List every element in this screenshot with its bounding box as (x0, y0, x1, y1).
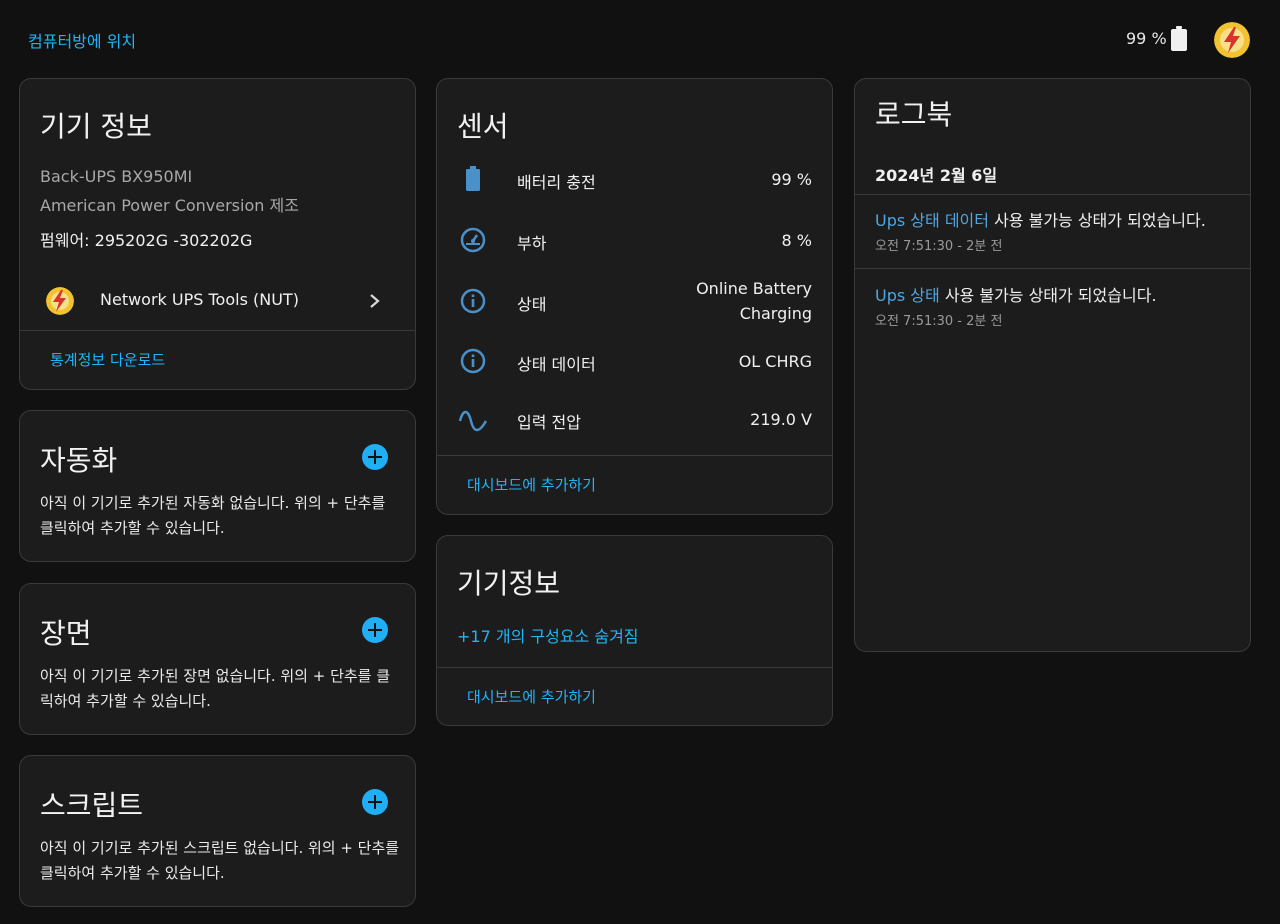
divider (437, 455, 832, 456)
scene-title: 장면 (40, 617, 92, 650)
automation-empty-text: 아직 이 기기로 추가된 자동화 없습니다. 위의 + 단추를 클릭하여 추가할… (40, 494, 386, 537)
sensor-label: 입력 전압 (517, 413, 581, 432)
device-firmware: 펌웨어: 295202G -302202G (40, 231, 253, 250)
device-diagnostic-title: 기기정보 (457, 567, 561, 600)
logbook-entry: Ups 상태 사용 불가능 상태가 되었습니다. 오전 7:51:30 - 2분… (855, 270, 1250, 344)
logbook-date: 2024년 2월 6일 (875, 166, 998, 185)
automation-title: 자동화 (40, 444, 118, 477)
logbook-message: Ups 상태 사용 불가능 상태가 되었습니다. (875, 282, 1157, 306)
chevron-right-icon (370, 294, 380, 308)
sensors-card: 센서 배터리 충전 99 % 부하 8 % 상태 Online Battery … (436, 78, 833, 515)
battery-icon (466, 166, 480, 191)
logbook-entry: Ups 상태 데이터 사용 불가능 상태가 되었습니다. 오전 7:51:30 … (855, 195, 1250, 269)
device-info-card: 기기 정보 Back-UPS BX950MI American Power Co… (19, 78, 416, 390)
add-script-button[interactable] (362, 789, 388, 815)
add-scene-button[interactable] (362, 617, 388, 643)
logbook-message-text: 사용 불가능 상태가 되었습니다. (939, 286, 1157, 305)
sensors-title: 센서 (457, 110, 509, 143)
script-card: 스크립트 아직 이 기기로 추가된 스크립트 없습니다. 위의 + 단추를 클릭… (19, 755, 416, 907)
nut-logo-icon (46, 287, 74, 315)
sine-wave-icon (458, 410, 488, 432)
sensor-value: OL CHRG (738, 352, 812, 371)
sensor-value: 219.0 V (750, 410, 812, 429)
logbook-time: 오전 7:51:30 - 2분 전 (875, 314, 1003, 329)
download-stats-link[interactable]: 통계정보 다운로드 (50, 349, 165, 370)
integration-label: Network UPS Tools (NUT) (100, 290, 299, 309)
sensor-value: 99 % (771, 170, 812, 189)
logbook-card: 로그북 2024년 2월 6일 Ups 상태 데이터 사용 불가능 상태가 되었… (854, 78, 1251, 652)
sensor-row-battery[interactable]: 배터리 충전 99 % (437, 149, 832, 209)
sensor-label: 배터리 충전 (517, 173, 596, 192)
top-bar: 컴퓨터방에 위치 99 % (0, 0, 1280, 78)
info-icon (460, 288, 486, 314)
divider (20, 330, 415, 331)
hidden-entities-link[interactable]: +17 개의 구성요소 숨겨짐 (457, 623, 639, 647)
sensor-row-load[interactable]: 부하 8 % (437, 210, 832, 270)
add-to-dashboard-link[interactable]: 대시보드에 추가하기 (467, 686, 596, 707)
sensor-value: 8 % (781, 231, 812, 250)
battery-full-icon (1171, 26, 1187, 51)
battery-percentage: 99 % (1126, 29, 1167, 48)
device-diagnostic-card: 기기정보 +17 개의 구성요소 숨겨짐 대시보드에 추가하기 (436, 535, 833, 726)
script-empty-text: 아직 이 기기로 추가된 스크립트 없습니다. 위의 + 단추를 클릭하여 추가… (40, 839, 400, 882)
scene-card: 장면 아직 이 기기로 추가된 장면 없습니다. 위의 + 단추를 클릭하여 추… (19, 583, 416, 735)
sensor-row-status-data[interactable]: 상태 데이터 OL CHRG (437, 331, 832, 391)
logbook-time: 오전 7:51:30 - 2분 전 (875, 239, 1003, 254)
gauge-icon (460, 227, 486, 253)
script-title: 스크립트 (40, 789, 144, 822)
logbook-entity-link[interactable]: Ups 상태 데이터 (875, 211, 989, 230)
sensor-row-input-voltage[interactable]: 입력 전압 219.0 V (437, 389, 832, 449)
add-to-dashboard-link[interactable]: 대시보드에 추가하기 (467, 474, 596, 495)
area-link[interactable]: 컴퓨터방에 위치 (28, 28, 136, 52)
sensor-value: Online Battery Charging (696, 279, 812, 323)
sensor-label: 상태 (517, 295, 547, 314)
integration-row[interactable]: Network UPS Tools (NUT) (20, 279, 415, 323)
logbook-message: Ups 상태 데이터 사용 불가능 상태가 되었습니다. (875, 207, 1206, 231)
logbook-entity-link[interactable]: Ups 상태 (875, 286, 940, 305)
sensor-label: 상태 데이터 (517, 355, 596, 374)
device-info-title: 기기 정보 (40, 110, 152, 143)
divider (437, 667, 832, 668)
info-icon (460, 348, 486, 374)
lightning-logo-icon[interactable] (1214, 22, 1250, 58)
add-automation-button[interactable] (362, 444, 388, 470)
sensor-label: 부하 (517, 234, 547, 253)
scene-empty-text: 아직 이 기기로 추가된 장면 없습니다. 위의 + 단추를 클릭하여 추가할 … (40, 667, 391, 710)
divider (855, 268, 1250, 269)
logbook-message-text: 사용 불가능 상태가 되었습니다. (988, 211, 1206, 230)
logbook-title: 로그북 (875, 98, 953, 131)
automation-card: 자동화 아직 이 기기로 추가된 자동화 없습니다. 위의 + 단추를 클릭하여… (19, 410, 416, 562)
device-model: Back-UPS BX950MI (40, 167, 193, 186)
device-manufacturer: American Power Conversion 제조 (40, 196, 299, 215)
